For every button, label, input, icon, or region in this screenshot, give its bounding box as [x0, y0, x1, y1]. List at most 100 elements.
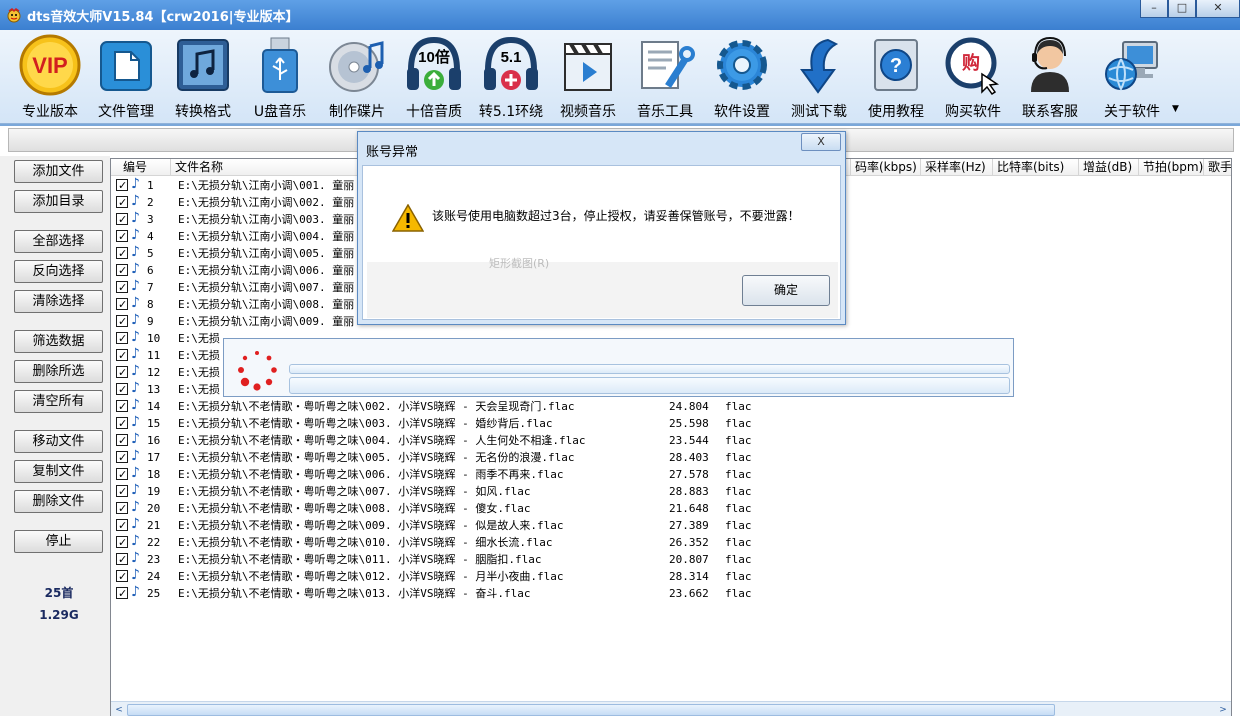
- row-checkbox[interactable]: [116, 279, 128, 296]
- toolbar-51-surround[interactable]: 5.1 转5.1环绕: [473, 34, 549, 122]
- music-note-icon: ♪: [131, 414, 140, 430]
- help-book-icon: ?: [874, 39, 918, 91]
- move-file-button[interactable]: 移动文件: [14, 430, 103, 453]
- download-arrow-icon: [800, 38, 839, 94]
- add-file-button[interactable]: 添加文件: [14, 160, 103, 183]
- cd-disc-icon: [329, 41, 384, 92]
- stop-button[interactable]: 停止: [14, 530, 103, 553]
- table-row[interactable]: ♪ 23 E:\无损分轨\不老情歌・粤听粤之味\011. 小洋VS晓辉 - 胭脂扣.…: [111, 550, 1231, 568]
- toolbar-make-disc[interactable]: 制作碟片: [319, 34, 395, 122]
- row-filepath: E:\无损分轨\江南小调\006. 童丽: [178, 264, 355, 277]
- header-bitdepth[interactable]: 比特率(bits): [993, 159, 1079, 176]
- table-row[interactable]: ♪ 25 E:\无损分轨\不老情歌・粤听粤之味\013. 小洋VS晓辉 - 奋斗.f…: [111, 584, 1231, 602]
- row-number: 15: [147, 417, 161, 430]
- toolbar-convert-format[interactable]: 转换格式: [165, 34, 241, 122]
- toolbar-vip-version[interactable]: VIP 专业版本: [12, 34, 88, 122]
- row-checkbox[interactable]: [116, 347, 128, 364]
- row-checkbox[interactable]: [116, 415, 128, 432]
- row-checkbox[interactable]: [116, 330, 128, 347]
- toolbar-video-music[interactable]: 视频音乐: [550, 34, 626, 122]
- row-checkbox[interactable]: [116, 364, 128, 381]
- toolbar-10x-quality[interactable]: 10倍 十倍音质: [396, 34, 472, 122]
- table-row[interactable]: ♪ 15 E:\无损分轨\不老情歌・粤听粤之味\003. 小洋VS晓辉 - 婚纱背后…: [111, 414, 1231, 432]
- row-checkbox[interactable]: [116, 398, 128, 415]
- header-number[interactable]: 编号: [111, 159, 171, 176]
- delete-selected-button[interactable]: 删除所选: [14, 360, 103, 383]
- scrollbar-thumb[interactable]: [127, 704, 1055, 716]
- copy-file-button[interactable]: 复制文件: [14, 460, 103, 483]
- row-checkbox[interactable]: [116, 585, 128, 602]
- minimize-button[interactable]: –: [1140, 0, 1168, 18]
- header-artist[interactable]: 歌手: [1204, 159, 1231, 176]
- row-checkbox[interactable]: [116, 177, 128, 194]
- table-row[interactable]: ♪ 14 E:\无损分轨\不老情歌・粤听粤之味\002. 小洋VS晓辉 - 天会呈现…: [111, 397, 1231, 415]
- scroll-right-icon[interactable]: >: [1216, 703, 1230, 716]
- row-checkbox[interactable]: [116, 432, 128, 449]
- row-filepath: E:\无损分轨\江南小调\002. 童丽: [178, 196, 355, 209]
- horizontal-scrollbar[interactable]: < >: [111, 701, 1231, 716]
- row-filepath: E:\无损分轨\江南小调\001. 童丽: [178, 179, 355, 192]
- table-row[interactable]: ♪ 17 E:\无损分轨\不老情歌・粤听粤之味\005. 小洋VS晓辉 - 无名份的…: [111, 448, 1231, 466]
- header-gain[interactable]: 增益(dB): [1079, 159, 1139, 176]
- row-checkbox[interactable]: [116, 228, 128, 245]
- toolbar-file-manager[interactable]: 文件管理: [88, 34, 164, 122]
- header-samplerate[interactable]: 采样率(Hz): [921, 159, 993, 176]
- ok-button[interactable]: 确定: [742, 275, 830, 306]
- row-checkbox[interactable]: [116, 500, 128, 517]
- row-checkbox[interactable]: [116, 534, 128, 551]
- row-checkbox[interactable]: [116, 551, 128, 568]
- clear-all-button[interactable]: 清空所有: [14, 390, 103, 413]
- title-bar: dts音效大师V15.84【crw2016|专业版本】 – □ ✕: [0, 0, 1240, 30]
- row-checkbox[interactable]: [116, 313, 128, 330]
- toolbar-tutorial[interactable]: ? 使用教程: [858, 34, 934, 122]
- row-checkbox[interactable]: [116, 194, 128, 211]
- table-row[interactable]: ♪ 16 E:\无损分轨\不老情歌・粤听粤之味\004. 小洋VS晓辉 - 人生何处…: [111, 431, 1231, 449]
- table-row[interactable]: ♪ 20 E:\无损分轨\不老情歌・粤听粤之味\008. 小洋VS晓辉 - 傻女.f…: [111, 499, 1231, 517]
- select-all-button[interactable]: 全部选择: [14, 230, 103, 253]
- toolbar-test-download[interactable]: 测试下载: [781, 34, 857, 122]
- table-row[interactable]: ♪ 22 E:\无损分轨\不老情歌・粤听粤之味\010. 小洋VS晓辉 - 细水长流…: [111, 533, 1231, 551]
- row-value: 28.314: [669, 570, 709, 583]
- row-checkbox[interactable]: [116, 449, 128, 466]
- maximize-button[interactable]: □: [1168, 0, 1196, 18]
- row-filepath: E:\无损分轨\不老情歌・粤听粤之味\013. 小洋VS晓辉 - 奋斗.flac: [178, 587, 531, 600]
- toolbar-settings[interactable]: 软件设置: [704, 34, 780, 122]
- table-row[interactable]: ♪ 24 E:\无损分轨\不老情歌・粤听粤之味\012. 小洋VS晓辉 - 月半小夜…: [111, 567, 1231, 585]
- scroll-left-icon[interactable]: <: [112, 703, 126, 716]
- row-checkbox[interactable]: [116, 381, 128, 398]
- header-bitrate[interactable]: 码率(kbps): [851, 159, 921, 176]
- add-folder-button[interactable]: 添加目录: [14, 190, 103, 213]
- table-row[interactable]: ♪ 18 E:\无损分轨\不老情歌・粤听粤之味\006. 小洋VS晓辉 - 雨季不再…: [111, 465, 1231, 483]
- row-checkbox[interactable]: [116, 517, 128, 534]
- row-checkbox[interactable]: [116, 245, 128, 262]
- row-value: 28.403: [669, 451, 709, 464]
- row-checkbox[interactable]: [116, 211, 128, 228]
- table-row[interactable]: ♪ 19 E:\无损分轨\不老情歌・粤听粤之味\007. 小洋VS晓辉 - 如风.f…: [111, 482, 1231, 500]
- toolbar-contact-support[interactable]: 联系客服: [1012, 34, 1088, 122]
- row-filepath: E:\无损分轨\不老情歌・粤听粤之味\007. 小洋VS晓辉 - 如风.flac: [178, 485, 531, 498]
- invert-selection-button[interactable]: 反向选择: [14, 260, 103, 283]
- toolbar-usb-music[interactable]: U盘音乐: [242, 34, 318, 122]
- row-checkbox[interactable]: [116, 296, 128, 313]
- tools-icon: [641, 41, 695, 89]
- filter-data-button[interactable]: 筛选数据: [14, 330, 103, 353]
- header-bpm[interactable]: 节拍(bpm): [1139, 159, 1204, 176]
- toolbar-music-tools[interactable]: 音乐工具: [627, 34, 703, 122]
- toolbar-label: 制作碟片: [329, 104, 385, 120]
- delete-file-button[interactable]: 删除文件: [14, 490, 103, 513]
- row-checkbox[interactable]: [116, 483, 128, 500]
- toolbar-more-dropdown-icon[interactable]: ▼: [1172, 104, 1179, 114]
- row-checkbox[interactable]: [116, 466, 128, 483]
- toolbar-about[interactable]: 关于软件: [1094, 34, 1170, 122]
- dialog-close-button[interactable]: X: [801, 133, 841, 151]
- row-checkbox[interactable]: [116, 568, 128, 585]
- clear-selection-button[interactable]: 清除选择: [14, 290, 103, 313]
- headphones-10x-icon: 10倍: [407, 36, 461, 90]
- toolbar-label: 关于软件: [1104, 104, 1160, 120]
- table-row[interactable]: ♪ 21 E:\无损分轨\不老情歌・粤听粤之味\009. 小洋VS晓辉 - 似是故人…: [111, 516, 1231, 534]
- row-number: 16: [147, 434, 161, 447]
- total-size: 1.29G: [39, 608, 79, 622]
- close-button[interactable]: ✕: [1196, 0, 1240, 18]
- toolbar-buy-software[interactable]: 购 购买软件: [935, 34, 1011, 122]
- row-checkbox[interactable]: [116, 262, 128, 279]
